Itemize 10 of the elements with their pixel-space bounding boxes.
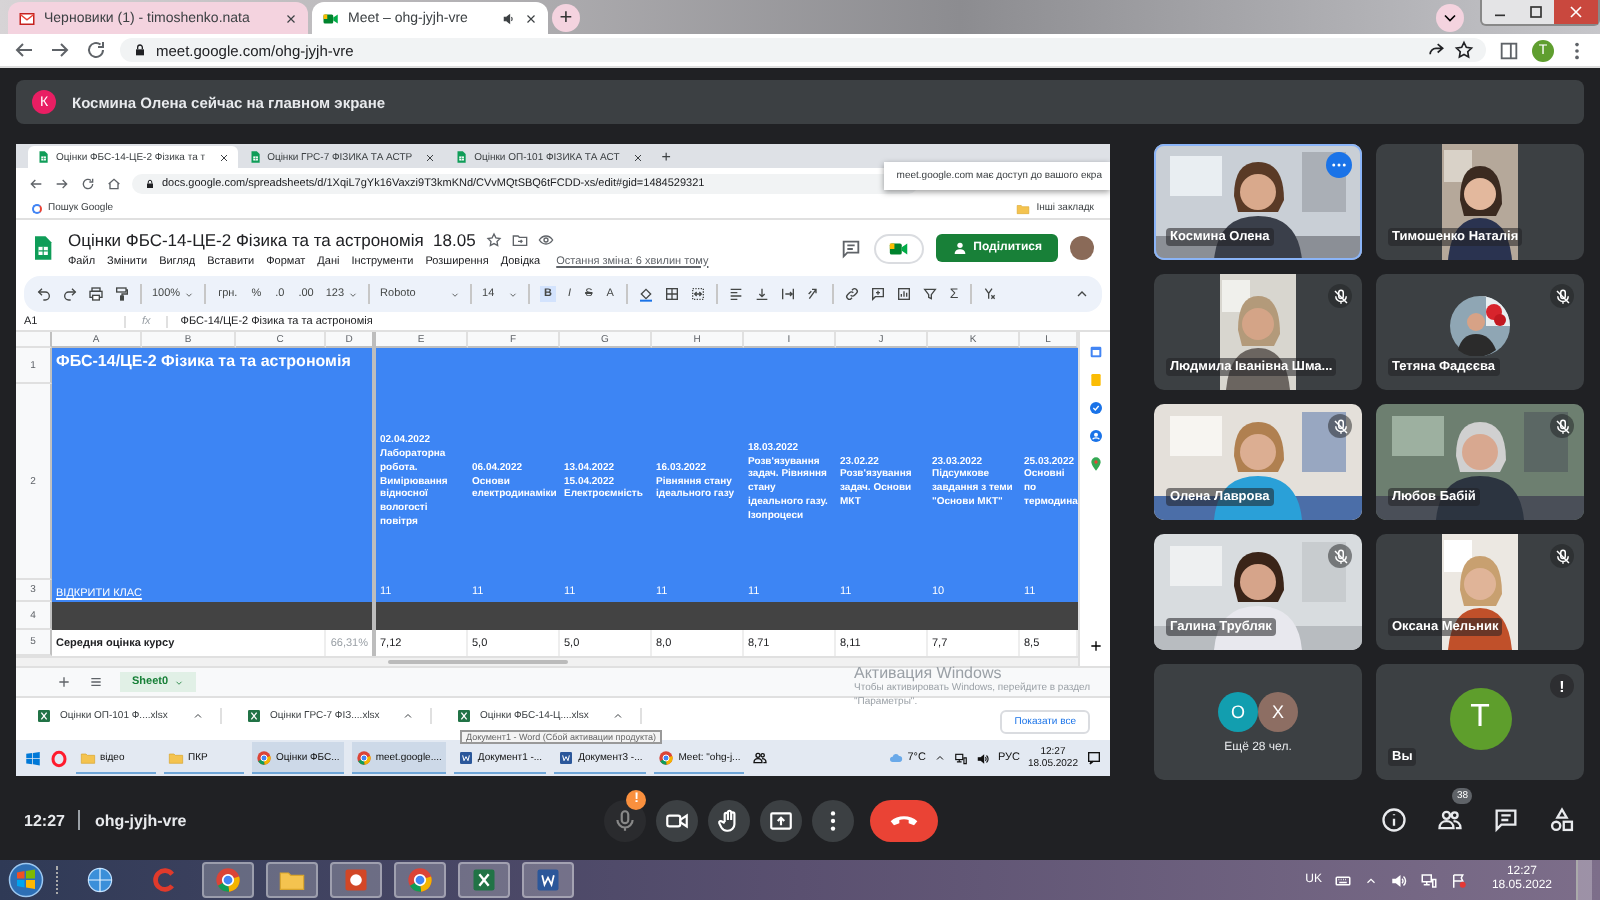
document-title[interactable]: Оцінки ФБС-14-ЦЕ-2 Фізика та та астрономія 18.05 xyxy=(68,229,476,249)
avatar: O xyxy=(1218,691,1258,731)
activation-title: Активация Windows xyxy=(854,664,1004,682)
avatar: X xyxy=(1258,691,1298,731)
alert-badge[interactable]: ! xyxy=(1550,674,1574,698)
new-tab-button[interactable]: + xyxy=(653,147,679,165)
new-tab-button[interactable]: + xyxy=(552,3,580,32)
meeting-time: 12:27 xyxy=(24,811,65,829)
avatar: T xyxy=(1449,687,1511,749)
meeting-code: ohg-jyjh-vre xyxy=(94,811,187,829)
